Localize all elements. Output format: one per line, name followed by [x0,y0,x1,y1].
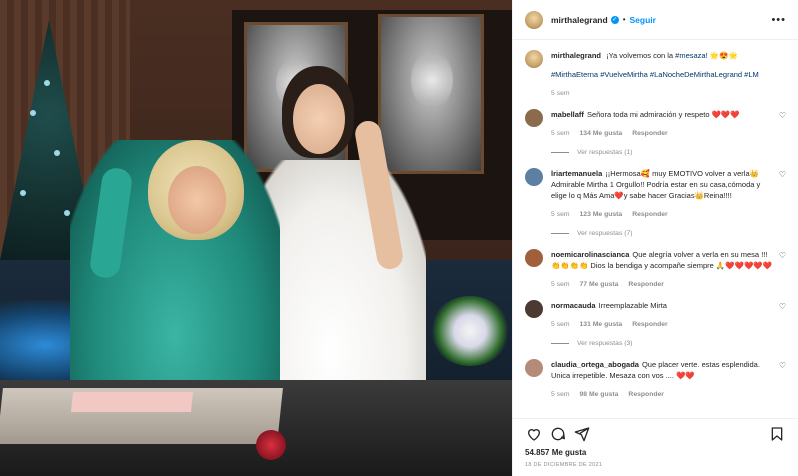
caption-emoji: 🌟😍🌟 [707,51,738,60]
caption-mention[interactable]: #mesaza! [675,51,708,60]
action-bar [513,418,798,448]
post-date: 18 DE DICIEMBRE DE 2021 [525,462,603,468]
view-replies[interactable]: Ver respuestas (7) [551,230,786,237]
view-replies[interactable]: Ver respuestas (3) [551,340,786,347]
share-icon[interactable] [571,423,593,445]
heart-icon[interactable]: ♡ [772,249,786,290]
ornament [44,80,50,86]
view-replies[interactable]: Ver respuestas (1) [551,149,786,156]
comment: claudia_ortega_abogada Que placer verte. … [525,359,786,400]
instagram-post: mirthalegrand ✓ • Seguir ••• mirthalegra… [0,0,798,476]
avatar[interactable] [525,10,543,29]
comment: noemicarolinascianca Que alegría volver a… [525,249,786,290]
ornament [54,150,60,156]
person-face [293,84,345,154]
comment-likes[interactable]: 123 Me gusta [580,209,623,220]
heart-icon[interactable]: ♡ [772,300,786,330]
comments-list[interactable]: mirthalegrand ¡Ya volvemos con la #mesaz… [513,40,798,418]
caption-text: ¡Ya volvemos con la [606,51,676,60]
caption-username[interactable]: mirthalegrand [551,51,601,60]
reply-button[interactable]: Responder [628,389,664,400]
comment-likes[interactable]: 134 Me gusta [580,128,623,139]
comment-text: Irreemplazable Mirta [598,301,667,310]
caption: mirthalegrand ¡Ya volvemos con la #mesaz… [525,50,786,99]
avatar[interactable] [525,109,543,127]
heart-icon[interactable] [523,423,545,445]
view-replies-label[interactable]: Ver respuestas (1) [577,149,633,156]
dot-separator: • [622,15,626,24]
header-username[interactable]: mirthalegrand [551,15,608,25]
follow-button[interactable]: Seguir [630,15,656,25]
portrait-right [378,14,484,174]
caption-hashtags[interactable]: #MirthaEterna #VuelveMirtha #LaNocheDeMi… [551,69,786,80]
comment-username[interactable]: mabellaff [551,110,584,119]
comment-likes[interactable]: 77 Me gusta [580,279,619,290]
comment-username[interactable]: normacauda [551,301,596,310]
comment-emoji: ❤️❤️ [676,371,695,380]
heart-icon[interactable]: ♡ [772,168,786,220]
verified-icon: ✓ [610,15,619,24]
ornament [20,190,26,196]
comment-time[interactable]: 5 sem [551,209,570,220]
comment-likes[interactable]: 98 Me gusta [580,389,619,400]
comment-username[interactable]: claudia_ortega_abogada [551,360,639,369]
comment: lriartemanuela ¡¡Hermosa🥰 muy EMOTIVO vol… [525,168,786,220]
heart-icon[interactable]: ♡ [772,109,786,139]
comment-username[interactable]: noemicarolinascianca [551,250,629,259]
post-sidebar: mirthalegrand ✓ • Seguir ••• mirthalegra… [512,0,798,476]
reply-button[interactable]: Responder [628,279,664,290]
caption-time[interactable]: 5 sem [551,88,570,99]
more-options-icon[interactable]: ••• [771,14,786,26]
pink-paper [70,392,194,412]
view-replies-label[interactable]: Ver respuestas (7) [577,230,633,237]
ornament [30,110,36,116]
comment-username[interactable]: lriartemanuela [551,169,602,178]
post-photo[interactable] [0,0,512,476]
person-face [168,166,226,234]
avatar[interactable] [525,359,543,377]
avatar[interactable] [525,168,543,186]
avatar[interactable] [525,300,543,318]
comment-likes[interactable]: 131 Me gusta [580,319,623,330]
comment-emoji: ❤️❤️❤️❤️❤️ [725,261,772,270]
heart-icon[interactable]: ♡ [772,359,786,400]
reply-button[interactable]: Responder [632,209,668,220]
comment-time[interactable]: 5 sem [551,279,570,290]
comment-text: Señora toda mi admiración y respeto [586,110,712,119]
comment-time[interactable]: 5 sem [551,128,570,139]
post-header: mirthalegrand ✓ • Seguir ••• [513,0,798,40]
red-rose [256,430,286,460]
comment-time[interactable]: 5 sem [551,389,570,400]
comment-icon[interactable] [547,423,569,445]
comment-emoji: ❤️❤️❤️ [711,110,740,119]
likes-count[interactable]: 54.857 Me gusta [513,448,798,462]
comment-time[interactable]: 5 sem [551,319,570,330]
comment: mabellaff Señora toda mi admiración y res… [525,109,786,139]
bookmark-icon[interactable] [766,423,788,445]
reply-button[interactable]: Responder [632,128,668,139]
view-replies-label[interactable]: Ver respuestas (3) [577,340,633,347]
avatar[interactable] [525,249,543,267]
flower-arrangement [430,296,510,366]
comment: normacauda Irreemplazable Mirta 5 sem 131 … [525,300,786,330]
avatar[interactable] [525,50,543,68]
reply-button[interactable]: Responder [632,319,668,330]
